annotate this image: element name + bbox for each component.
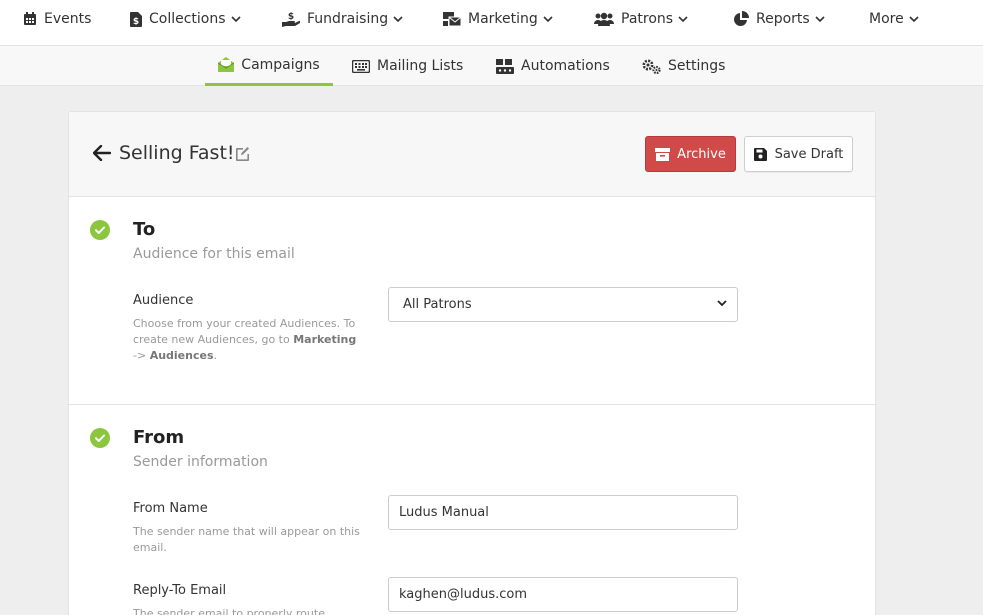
tab-campaigns-label: Campaigns [241,56,320,73]
top-navigation: Events $ Collections $ Fundraising Marke… [0,0,983,46]
nav-more[interactable]: More [869,0,919,38]
nav-reports[interactable]: Reports [733,0,825,38]
tab-automations-label: Automations [521,58,610,74]
nav-collections-label: Collections [149,11,226,27]
tab-settings[interactable]: Settings [642,46,725,86]
campaign-title: Selling Fast! [119,142,235,164]
mail-bulk-icon [443,12,461,26]
users-icon [594,12,614,26]
from-name-label: From Name [133,501,208,516]
svg-text:$: $ [133,17,139,27]
nav-fundraising[interactable]: $ Fundraising [282,0,403,38]
nav-marketing[interactable]: Marketing [443,0,553,38]
save-draft-button[interactable]: Save Draft [744,136,853,172]
archive-icon [655,147,671,161]
chevron-down-icon [909,15,919,23]
edit-icon[interactable] [235,146,250,165]
hand-dollar-icon: $ [282,11,300,27]
calendar-icon [23,12,37,26]
archive-label: Archive [677,146,726,162]
from-name-help: The sender name that will appear on this… [133,525,360,554]
marketing-subnav: Campaigns Mailing Lists Automations Sett… [0,46,983,86]
envelope-open-icon [218,57,235,72]
chevron-down-icon [717,300,727,307]
save-draft-label: Save Draft [774,146,844,162]
svg-text:$: $ [288,12,294,22]
chevron-down-icon [815,15,825,23]
automation-icon [496,58,514,74]
nav-patrons-label: Patrons [621,11,674,27]
save-icon [753,147,767,161]
campaign-header: Selling Fast! Archive Save Draft [69,112,875,197]
tab-automations[interactable]: Automations [496,46,610,86]
audience-label: Audience [133,293,194,308]
from-section-title: From [133,427,185,448]
chevron-down-icon [393,15,403,23]
dollar-doc-icon: $ [130,11,142,27]
audience-help: Choose from your created Audiences. To c… [133,317,357,362]
to-section: To Audience for this email Audience Choo… [69,198,875,405]
chevron-down-icon [678,15,688,23]
check-circle-icon [90,428,110,452]
nav-marketing-label: Marketing [468,11,538,27]
nav-events[interactable]: Events [23,0,91,38]
nav-patrons[interactable]: Patrons [594,0,688,38]
nav-fundraising-label: Fundraising [307,11,389,27]
reply-to-input[interactable] [388,577,738,612]
tab-settings-label: Settings [668,58,726,74]
chevron-down-icon [230,15,241,23]
nav-collections[interactable]: $ Collections [130,0,241,38]
archive-button[interactable]: Archive [645,136,736,172]
reply-to-label: Reply-To Email [133,583,227,598]
audience-select-value: All Patrons [403,297,472,312]
tab-mailing-lists[interactable]: Mailing Lists [352,46,463,86]
from-section-subtitle: Sender information [133,454,268,470]
pie-chart-icon [733,11,749,27]
reply-to-help: The sender email to properly route [133,607,325,615]
nav-more-label: More [869,11,904,27]
tab-campaigns[interactable]: Campaigns [205,46,333,86]
back-arrow-icon[interactable] [92,144,112,165]
campaign-editor-card: Selling Fast! Archive Save Draft To Audi… [68,111,876,615]
cogs-icon [642,59,661,74]
from-section: From Sender information From Name The se… [69,406,875,615]
nav-reports-label: Reports [756,11,810,27]
tab-mailing-lists-label: Mailing Lists [377,58,464,74]
check-circle-icon [90,220,110,244]
chevron-down-icon [543,15,553,23]
keyboard-icon [352,59,370,73]
to-section-title: To [133,219,156,240]
from-name-input[interactable] [388,495,738,530]
to-section-subtitle: Audience for this email [133,246,295,262]
audience-select[interactable]: All Patrons [388,287,738,322]
nav-events-label: Events [44,11,92,27]
